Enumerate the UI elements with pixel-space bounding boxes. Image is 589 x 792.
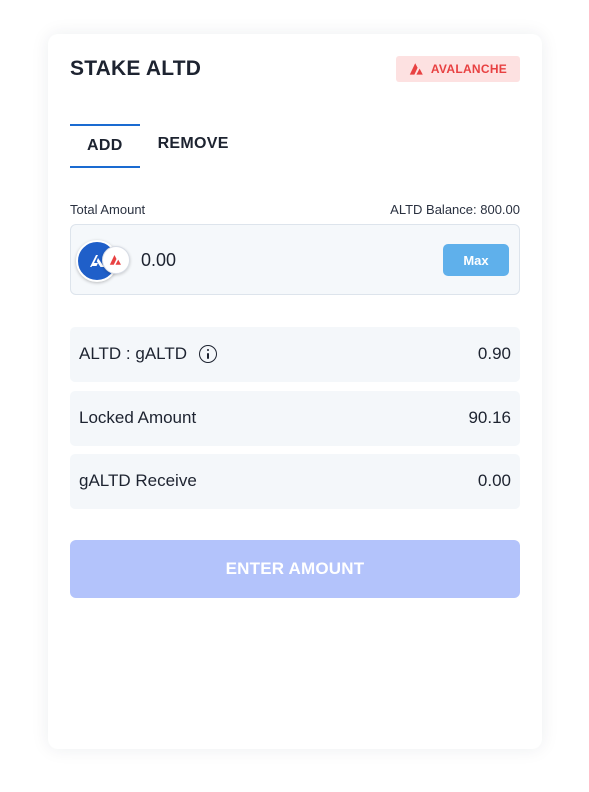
stake-card: STAKE ALTD AVALANCHE ADD REMOVE Total Am… <box>48 34 542 749</box>
enter-amount-button[interactable]: ENTER AMOUNT <box>70 540 520 598</box>
avalanche-chain-icon <box>102 246 130 274</box>
tab-add[interactable]: ADD <box>70 124 140 168</box>
receive-amount-label: gALTD Receive <box>79 471 197 490</box>
info-icon[interactable] <box>199 345 218 363</box>
amount-labels: Total Amount ALTD Balance: 800.00 <box>70 202 520 218</box>
exchange-rate-row: ALTD : gALTD 0.90 <box>70 327 520 382</box>
amount-input[interactable] <box>141 250 341 271</box>
avalanche-icon <box>409 62 425 76</box>
receive-amount-value: 0.00 <box>477 471 511 490</box>
receive-amount-row: gALTD Receive 0.00 <box>70 454 520 509</box>
exchange-rate-label: ALTD : gALTD <box>79 344 188 363</box>
exchange-rate-value: 0.90 <box>477 344 511 363</box>
page: STAKE ALTD AVALANCHE ADD REMOVE Total Am… <box>0 0 589 792</box>
page-title: STAKE ALTD <box>70 57 202 80</box>
tab-remove[interactable]: REMOVE <box>140 124 247 164</box>
stake-tabs: ADD REMOVE <box>70 124 247 168</box>
exchange-rate-label-wrap: ALTD : gALTD <box>79 344 218 364</box>
balance-label: ALTD Balance: 800.00 <box>390 202 520 217</box>
card-header: STAKE ALTD AVALANCHE <box>70 56 520 84</box>
locked-amount-label: Locked Amount <box>79 408 197 427</box>
network-badge: AVALANCHE <box>396 56 520 82</box>
token-icons <box>76 240 132 282</box>
network-badge-label: AVALANCHE <box>430 62 508 76</box>
amount-input-box: Max <box>70 224 520 295</box>
total-amount-label: Total Amount <box>70 202 146 217</box>
max-button[interactable]: Max <box>443 244 509 276</box>
locked-amount-row: Locked Amount 90.16 <box>70 391 520 446</box>
locked-amount-value: 90.16 <box>468 408 511 427</box>
